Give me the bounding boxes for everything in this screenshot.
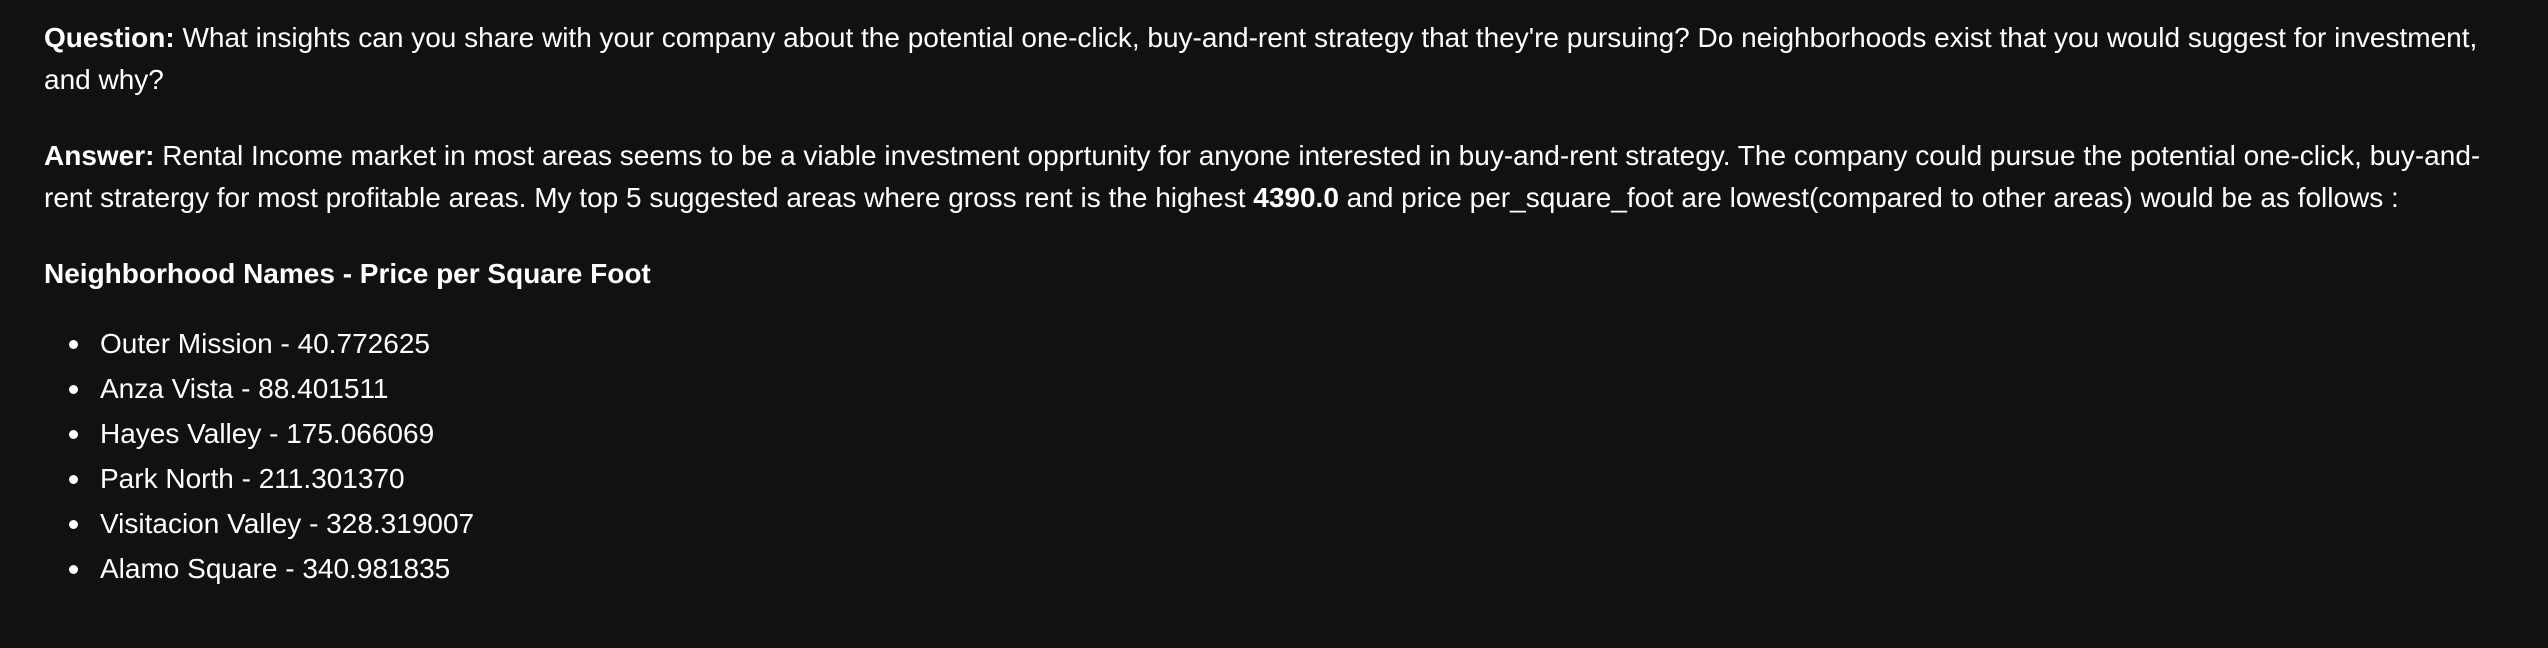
list-item: Outer Mission - 40.772625 bbox=[69, 321, 2524, 366]
list-item: Park North - 211.301370 bbox=[69, 456, 2524, 501]
list-item: Visitacion Valley - 328.319007 bbox=[69, 501, 2524, 546]
answer-text-after: and price per_square_foot are lowest(com… bbox=[1338, 182, 2399, 213]
list-item: Anza Vista - 88.401511 bbox=[69, 366, 2524, 411]
gross-rent-value: 4390.0 bbox=[1253, 182, 1339, 213]
list-heading: Neighborhood Names - Price per Square Fo… bbox=[44, 258, 651, 289]
answer-paragraph: Answer: Rental Income market in most are… bbox=[44, 135, 2524, 219]
question-text: What insights can you share with your co… bbox=[44, 22, 2478, 95]
list-item: Alamo Square - 340.981835 bbox=[69, 546, 2524, 591]
markdown-cell-output: Question: What insights can you share wi… bbox=[44, 17, 2524, 591]
question-paragraph: Question: What insights can you share wi… bbox=[44, 17, 2524, 101]
list-item: Hayes Valley - 175.066069 bbox=[69, 411, 2524, 456]
answer-label: Answer: bbox=[44, 140, 155, 171]
neighborhood-list: Outer Mission - 40.772625 Anza Vista - 8… bbox=[44, 321, 2524, 591]
question-label: Question: bbox=[44, 22, 175, 53]
